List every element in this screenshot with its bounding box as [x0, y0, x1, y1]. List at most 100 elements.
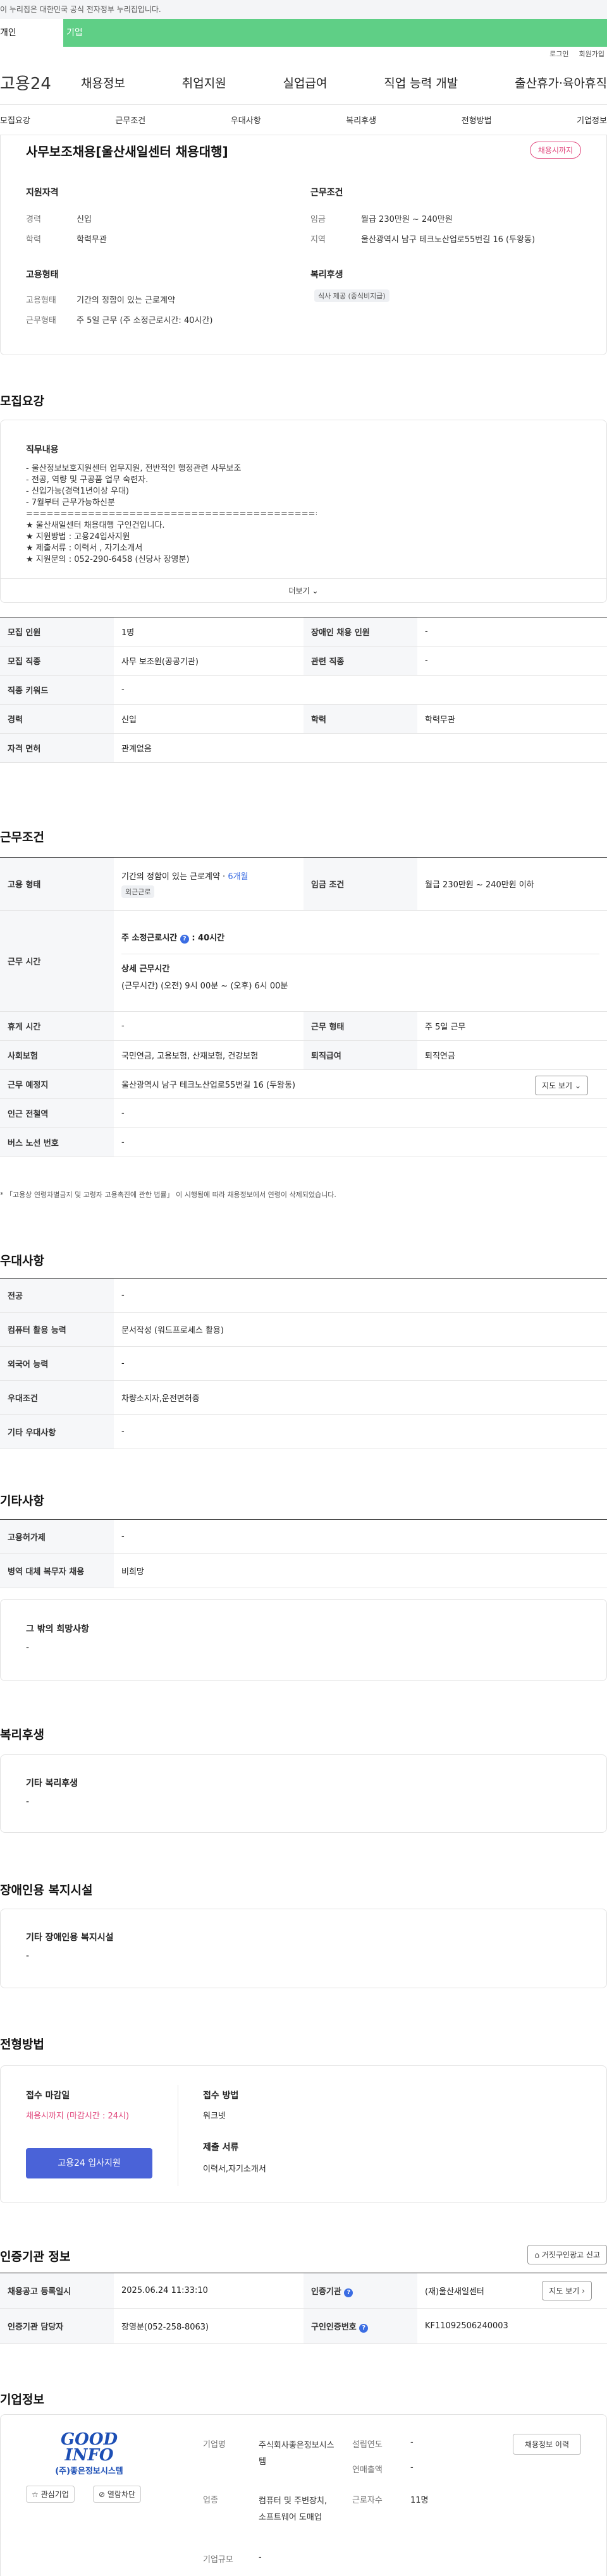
report-button[interactable]: ⌂ 거짓구인광고 신고 [527, 2245, 607, 2264]
row-label: 근무 예정지 [0, 1069, 114, 1099]
year-label: 설립연도 [352, 2440, 383, 2450]
subnav-process[interactable]: 전형방법 [462, 114, 492, 126]
employ-type-label: 고용형태 [26, 296, 56, 305]
org-map-label: 지도 보기 [549, 2287, 580, 2295]
employ-type-cell: 기간의 정함이 있는 근로계약 · 6개월 외근근로 [114, 857, 304, 911]
map-btn-label: 지도 보기 [542, 1081, 573, 1090]
region-label: 지역 [310, 235, 326, 245]
table-row: 전공 - [0, 1278, 607, 1313]
row-label: 전공 [0, 1278, 114, 1313]
row-label: 고용허가제 [0, 1519, 114, 1554]
join-link[interactable]: 회원가입 [579, 49, 604, 59]
hours-cell: 주 소정근로시간 ? : 40시간 상세 근무시간 (근무시간) (오전) 9시… [114, 910, 607, 1012]
row-label: 경력 [0, 704, 114, 734]
row-label: 사회보험 [0, 1040, 114, 1070]
block-button[interactable]: ⊘ 열람차단 [93, 2486, 142, 2503]
table-row: 모집 직종 사무 보조원(공공기관) 관련 직종 - [0, 646, 607, 676]
table-row: 우대조건 차량소지자,운전면허증 [0, 1380, 607, 1415]
welfare-box: 기타 복리후생 - [0, 1754, 607, 1833]
subnav-welfare[interactable]: 복리후생 [346, 114, 376, 126]
info-icon[interactable]: ? [344, 2288, 353, 2297]
interest-button[interactable]: ☆ 관심기업 [26, 2486, 75, 2503]
prefer-table: 전공 - 컴퓨터 활용 능력 문서작성 (워드프로세스 활용) 외국어 능력 - 우대… [0, 1278, 607, 1449]
place-value: 울산광역시 남구 테크노산업로55번길 16 (두왕동) [121, 1081, 296, 1090]
more-button[interactable]: 더보기 ⌄ [1, 578, 606, 602]
subnav-company[interactable]: 기업정보 [577, 114, 607, 126]
duty-box: 직무내용 - 울산정보보호지원센터 업무지원, 전반적인 행정관련 사무보조 -… [0, 420, 607, 603]
row-label: 병역 대체 복무자 채용 [0, 1553, 114, 1588]
subnav-prefer[interactable]: 우대사항 [231, 114, 261, 126]
row-label: 임금 조건 [304, 857, 417, 911]
apply-button[interactable]: 고용24 입사지원 [26, 2148, 152, 2178]
more-label: 더보기 [288, 586, 310, 595]
duty-line: - 전공, 역량 및 구공품 업무 숙련자. [26, 475, 149, 485]
etc-table: 고용허가제 - 병역 대체 복무자 채용 비희망 [0, 1519, 607, 1588]
global-nav: 고용24 채용정보 취업지원 실업급여 직업 능력 개발 출산휴가·육아휴직 [0, 61, 607, 105]
row-value: 1명 [114, 617, 304, 647]
row-label: 고용 형태 [0, 857, 114, 911]
row-label: 학력 [304, 704, 417, 734]
row-value: - [114, 1278, 607, 1313]
recruit-heading: 모집요강 [0, 394, 44, 408]
row-label: 우대조건 [0, 1380, 114, 1415]
tab-personal[interactable]: 개인 [0, 19, 63, 47]
duty-line: - 신입가능(경력1년이상 우대) [26, 487, 129, 496]
gnb-item-jobs[interactable]: 채용정보 [81, 74, 125, 91]
row-value: 2025.06.24 11:33:10 [114, 2273, 304, 2309]
org-map-button[interactable]: 지도 보기 › [542, 2281, 592, 2300]
table-row: 병역 대체 복무자 채용 비희망 [0, 1553, 607, 1588]
row-label: 직종 키워드 [0, 675, 114, 705]
block-label: 열람차단 [107, 2490, 136, 2499]
login-link[interactable]: 로그인 [549, 49, 568, 59]
welfare-box-value: - [26, 1797, 30, 1807]
row-label: 근무 시간 [0, 910, 114, 1012]
map-button[interactable]: 지도 보기 ⌄ [535, 1076, 588, 1095]
method-title: 접수 방법 [203, 2091, 239, 2101]
gnb-menu: 채용정보 취업지원 실업급여 직업 능력 개발 출산휴가·육아휴직 [63, 74, 607, 91]
gnb-item-leave[interactable]: 출산휴가·육아휴직 [515, 74, 607, 91]
status-badge: 채용시까지 [529, 142, 581, 159]
row-value: - [114, 1519, 607, 1554]
gnb-item-training[interactable]: 직업 능력 개발 [384, 74, 458, 91]
row-label: 장애인 채용 인원 [304, 617, 417, 647]
row-value: - [114, 1098, 607, 1128]
top-tab-bar: 개인 기업 [0, 19, 607, 47]
gnb-item-unemployment[interactable]: 실업급여 [283, 74, 328, 91]
size-value: - [259, 2553, 262, 2562]
table-row: 고용허가제 - [0, 1519, 607, 1554]
career-value: 신입 [77, 215, 92, 224]
place-cell: 울산광역시 남구 테크노산업로55번길 16 (두왕동) 지도 보기 ⌄ [114, 1069, 607, 1099]
row-value: - [114, 1011, 304, 1041]
subnav-recruit[interactable]: 모집요강 [0, 114, 30, 126]
table-row: 직종 키워드 - [0, 675, 607, 705]
duty-line: ========================================… [26, 509, 317, 519]
row-label: 구인인증번호 ? [304, 2308, 417, 2344]
row-label: 근무 형태 [304, 1011, 417, 1041]
site-logo[interactable]: 고용24 [0, 71, 63, 94]
home-icon: ⌂ [534, 2251, 540, 2259]
employ-type-value: 기간의 정함이 있는 근로계약 · [121, 872, 228, 882]
etc-box: 그 밖의 희망사항 - [0, 1599, 607, 1681]
qualification-title: 지원자격 [26, 188, 59, 198]
row-value: - [114, 1346, 607, 1381]
duty-line: ★ 울산새일센터 채용대행 구인건입니다. [26, 521, 165, 530]
utility-links: 로그인 회원가입 [0, 47, 607, 61]
disabled-box: 기타 장애인용 복지시설 - [0, 1909, 607, 1988]
company-box: GOOD INFO (주)좋은정보시스템 ☆ 관심기업 ⊘ 열람차단 기업명 주… [0, 2414, 607, 2576]
info-icon[interactable]: ? [180, 935, 189, 944]
etc-box-title: 그 밖의 희망사항 [26, 1624, 89, 1634]
duty-line: ★ 지원문의 : 052-290-6458 (신당사 장영분) [26, 555, 190, 564]
tab-company[interactable]: 기업 [63, 19, 607, 47]
condition-title: 근무조건 [310, 188, 343, 198]
table-row: 컴퓨터 활용 능력 문서작성 (워드프로세스 활용) [0, 1312, 607, 1347]
subnav-work[interactable]: 근무조건 [115, 114, 145, 126]
row-label: 모집 인원 [0, 617, 114, 647]
history-button[interactable]: 채용정보 이력 [512, 2434, 581, 2455]
info-icon[interactable]: ? [359, 2323, 369, 2333]
company-logo: GOOD INFO (주)좋은정보시스템 [26, 2431, 152, 2478]
row-label: 채용공고 등록일시 [0, 2273, 114, 2309]
table-row: 버스 노선 번호 - [0, 1127, 607, 1157]
edu-label: 학력 [26, 235, 41, 245]
gnb-item-support[interactable]: 취업지원 [182, 74, 226, 91]
row-label: 컴퓨터 활용 능력 [0, 1312, 114, 1347]
